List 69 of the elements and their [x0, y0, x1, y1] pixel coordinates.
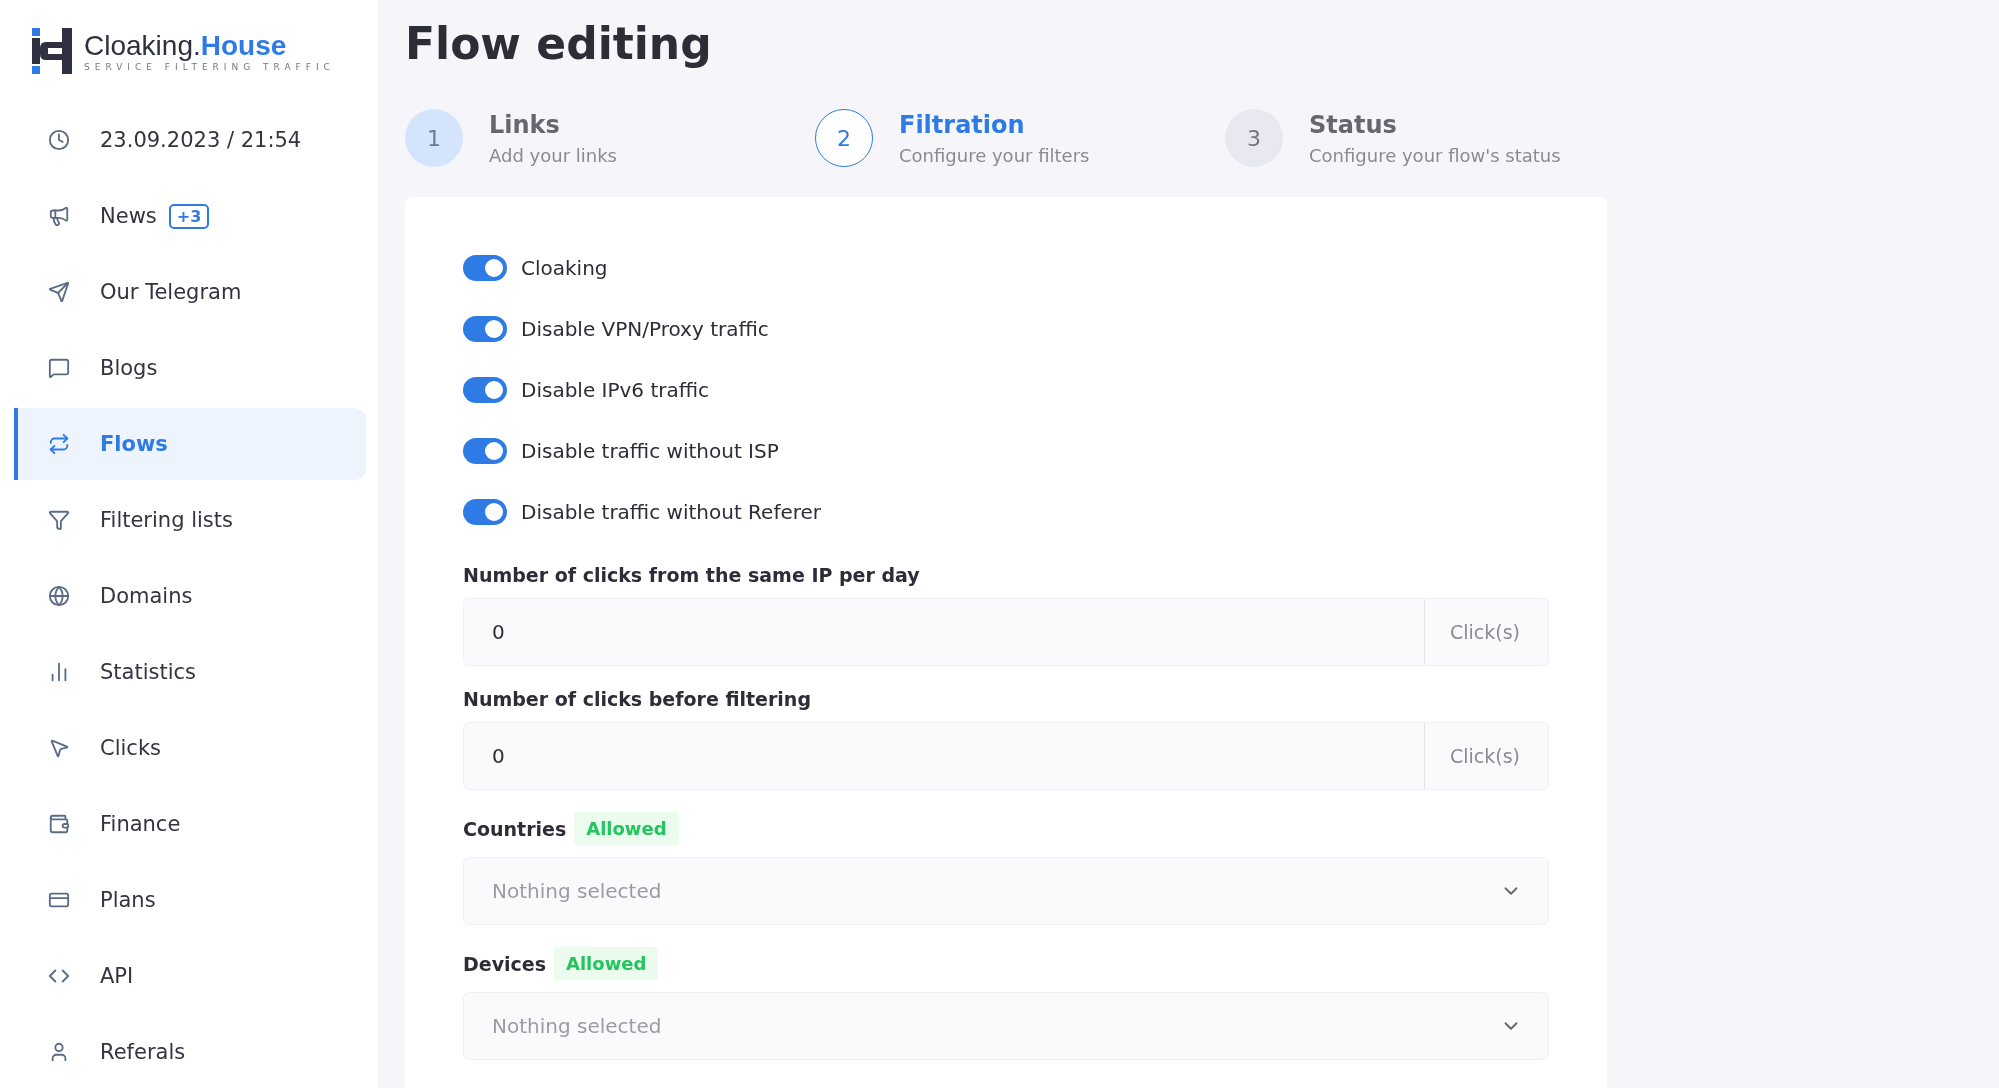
- sidebar-item[interactable]: Flows: [14, 408, 366, 480]
- sidebar-item-label: 23.09.2023 / 21:54: [100, 128, 302, 152]
- sidebar-item[interactable]: Plans: [14, 864, 366, 936]
- step-subtitle: Configure your filters: [899, 144, 1090, 166]
- globe-icon: [48, 585, 70, 607]
- cursor-icon: [48, 737, 70, 759]
- step-number: 1: [405, 109, 463, 167]
- toggle-switch[interactable]: [463, 437, 507, 464]
- logo-icon: [32, 28, 72, 74]
- unit-label: Click(s): [1424, 722, 1549, 790]
- toggle-switch[interactable]: [463, 498, 507, 525]
- sidebar-item-label: Finance: [100, 812, 181, 836]
- number-input-field[interactable]: 0: [463, 722, 1424, 790]
- sidebar-item[interactable]: Clicks: [14, 712, 366, 784]
- sidebar-item-label: Filtering lists: [100, 508, 233, 532]
- sidebar-item-label: Clicks: [100, 736, 161, 760]
- sidebar-item[interactable]: Domains: [14, 560, 366, 632]
- sidebar-item-label: Statistics: [100, 660, 196, 684]
- sidebar-item[interactable]: 23.09.2023 / 21:54: [14, 104, 366, 176]
- sidebar-item[interactable]: Blogs: [14, 332, 366, 404]
- sidebar-item[interactable]: Referals: [14, 1016, 366, 1088]
- sidebar-item[interactable]: API: [14, 940, 366, 1012]
- brand-tagline: SERVICE FILTERING TRAFFIC: [84, 62, 335, 72]
- sidebar-item-label: Plans: [100, 888, 156, 912]
- sidebar-item-label: Blogs: [100, 356, 158, 380]
- step-subtitle: Add your links: [489, 144, 617, 166]
- clock-icon: [48, 129, 70, 151]
- toggle-switch[interactable]: [463, 376, 507, 403]
- toggle-switch[interactable]: [463, 254, 507, 281]
- step-number: 2: [815, 109, 873, 167]
- allowed-badge: Allowed: [554, 947, 659, 980]
- field-label: Number of clicks from the same IP per day: [463, 564, 920, 586]
- sidebar-item[interactable]: Our Telegram: [14, 256, 366, 328]
- step-title: Status: [1309, 110, 1398, 139]
- repeat-arrows-icon: [48, 433, 70, 455]
- sidebar-item-label: API: [100, 964, 134, 988]
- sidebar-item-label: Referals: [100, 1040, 186, 1064]
- allowed-badge: Allowed: [574, 812, 679, 845]
- toggle-label: Disable IPv6 traffic: [521, 377, 710, 402]
- wallet-icon: [48, 813, 70, 835]
- sidebar-item[interactable]: Statistics: [14, 636, 366, 708]
- sidebar-item[interactable]: News +3: [14, 180, 366, 252]
- chat-bubble-icon: [48, 357, 70, 379]
- page-title: Flow editing: [405, 18, 713, 69]
- brand-name: Cloaking.House: [84, 30, 288, 62]
- sidebar-item-label: Our Telegram: [100, 280, 242, 304]
- sidebar-item-label: Flows: [100, 432, 168, 456]
- sidebar-item-label: Domains: [100, 584, 193, 608]
- field-label: Number of clicks before filtering: [463, 688, 811, 710]
- number-input-field[interactable]: 0: [463, 598, 1424, 666]
- sidebar-item-label: News: [100, 204, 157, 228]
- sidebar-item[interactable]: Finance: [14, 788, 366, 860]
- field-label: Countries: [463, 817, 567, 840]
- toggle-label: Cloaking: [521, 255, 608, 280]
- funnel-icon: [48, 509, 70, 531]
- step-title: Filtration: [899, 110, 1026, 139]
- news-count-badge: +3: [168, 203, 210, 229]
- field-label: Devices: [463, 952, 546, 975]
- sidebar-item[interactable]: Filtering lists: [14, 484, 366, 556]
- megaphone-icon: [48, 205, 70, 227]
- step-subtitle: Configure your flow's status: [1309, 144, 1561, 166]
- toggle-switch[interactable]: [463, 315, 507, 342]
- step-number: 3: [1225, 109, 1283, 167]
- toggle-label: Disable VPN/Proxy traffic: [521, 316, 769, 341]
- toggle-label: Disable traffic without ISP: [521, 438, 779, 463]
- toggle-label: Disable traffic without Referer: [521, 499, 822, 524]
- step-title: Links: [489, 110, 561, 139]
- unit-label: Click(s): [1424, 598, 1549, 666]
- paper-plane-icon: [48, 281, 70, 303]
